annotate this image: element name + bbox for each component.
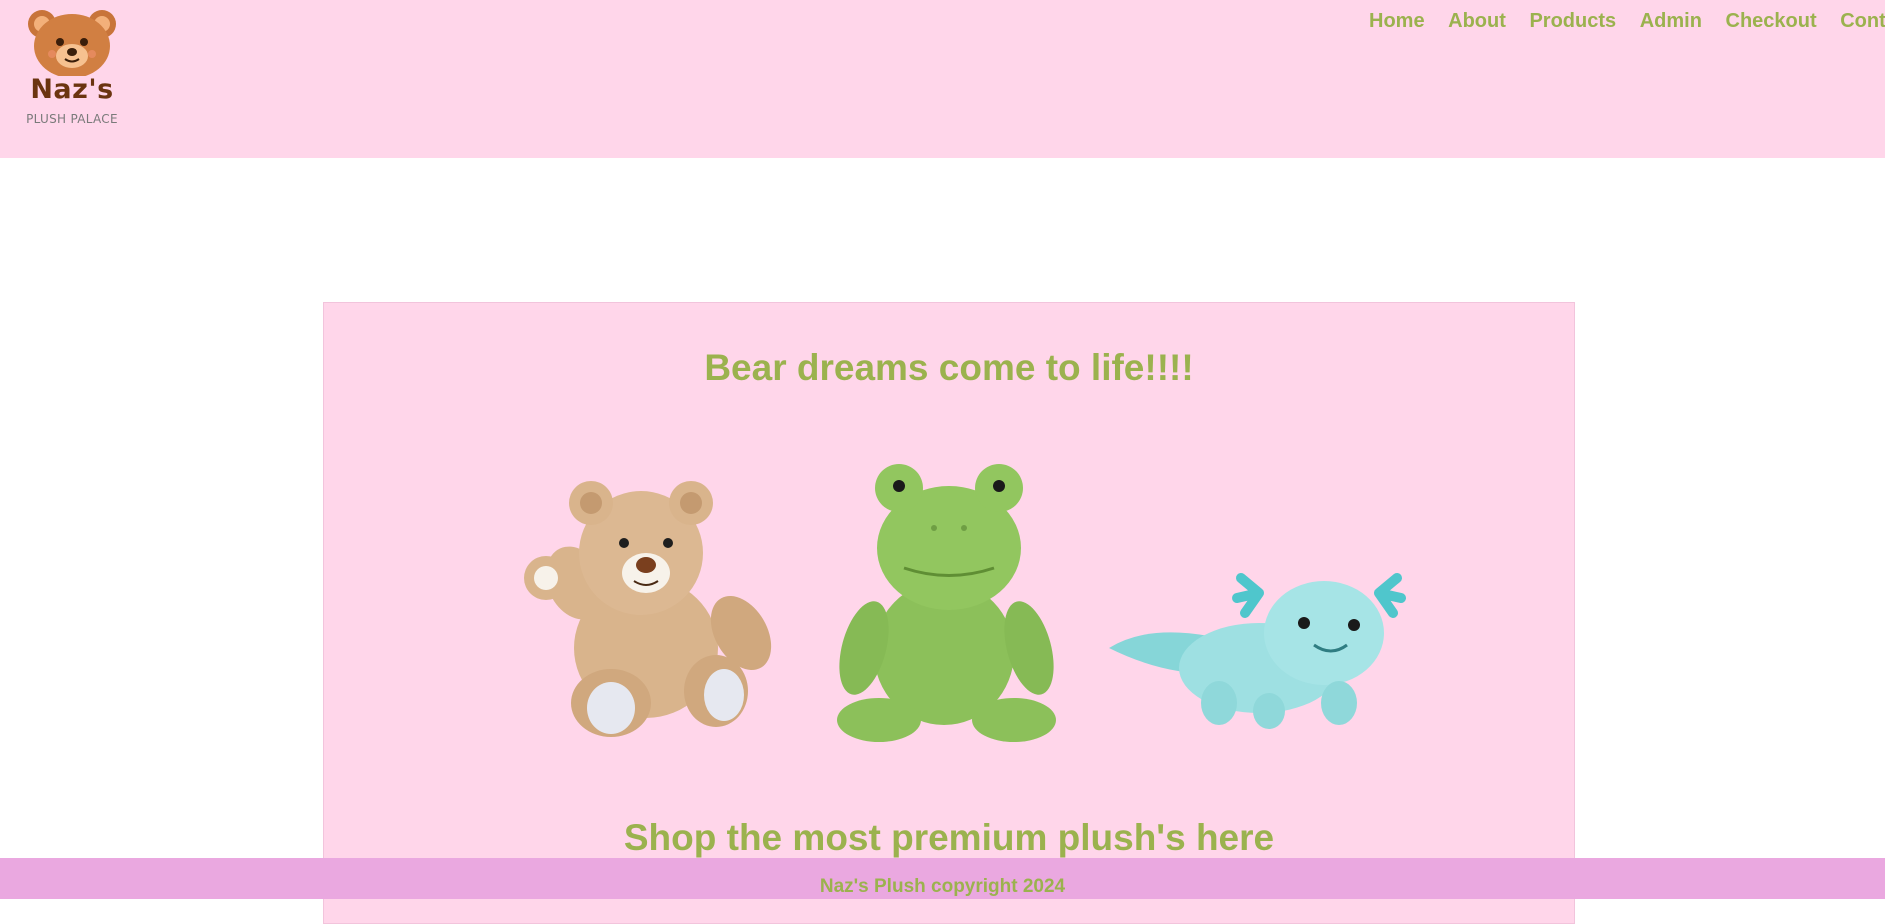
hero-heading: Bear dreams come to life!!!! xyxy=(704,347,1194,388)
nav-home[interactable]: Home xyxy=(1369,10,1425,33)
nav-contact[interactable]: Contact xyxy=(1840,10,1885,33)
brand-name: Naz's xyxy=(30,74,114,105)
brand-tagline: PLUSH PALACE xyxy=(26,112,118,126)
frog-image xyxy=(837,464,1056,742)
brand-logo[interactable]: Naz's PLUSH PALACE xyxy=(18,4,130,130)
footer-copyright: Naz's Plush copyright 2024 xyxy=(819,876,1066,897)
main-nav: Home About Products Admin Checkout Conta… xyxy=(1360,10,1885,33)
nav-products[interactable]: Products xyxy=(1529,10,1616,33)
nav-about[interactable]: About xyxy=(1448,10,1506,33)
hero-section: Bear dreams come to life!!!! Shop the mo… xyxy=(323,302,1575,924)
bear-logo-icon xyxy=(28,10,116,76)
axolotl-image xyxy=(1109,573,1406,729)
hero-subheading: Shop the most premium plush's here xyxy=(623,817,1275,858)
nav-admin[interactable]: Admin xyxy=(1640,10,1702,33)
teddy-bear-image xyxy=(524,481,772,737)
nav-checkout[interactable]: Checkout xyxy=(1726,10,1817,33)
site-footer: Naz's Plush copyright 2024 xyxy=(0,858,1885,899)
site-header: Naz's PLUSH PALACE Home About Products A… xyxy=(0,0,1885,158)
